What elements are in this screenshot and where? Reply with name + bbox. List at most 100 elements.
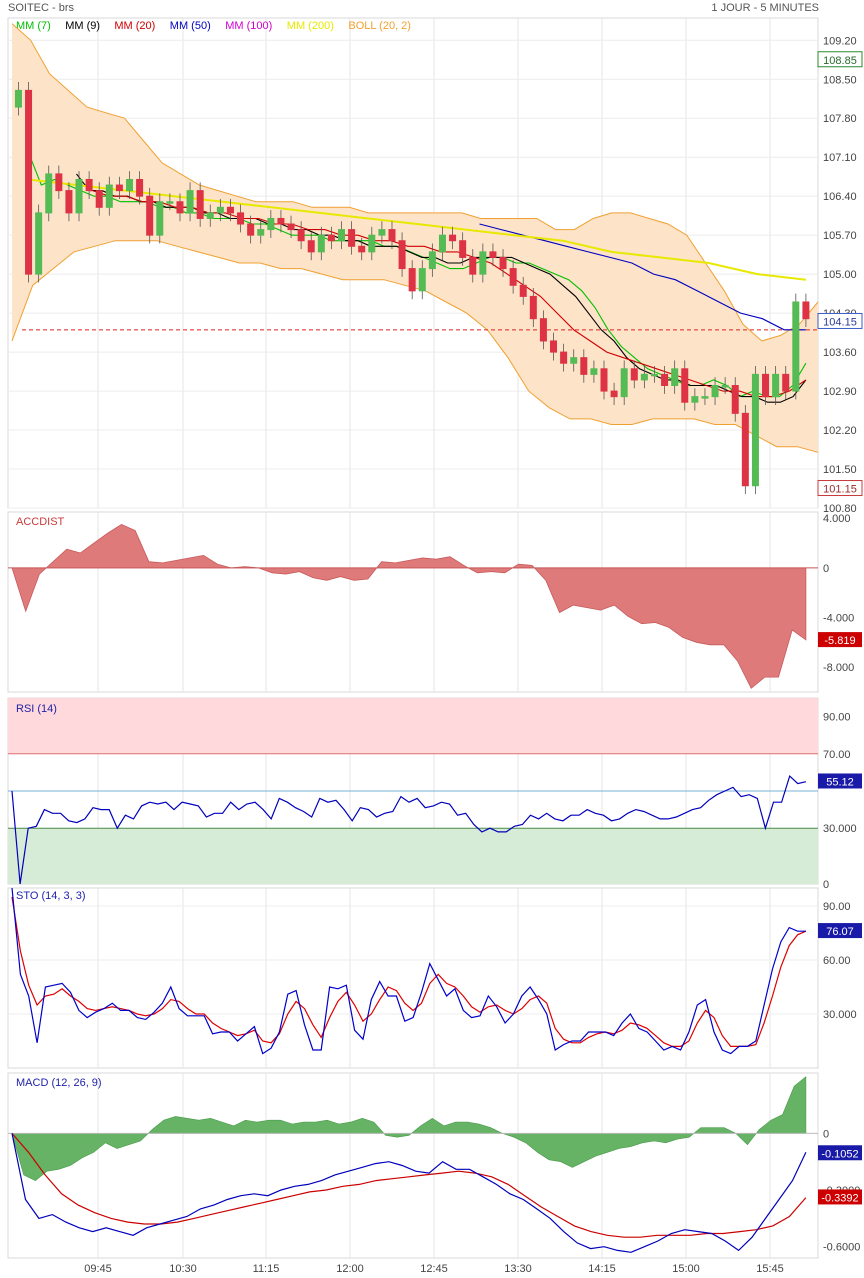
candle-body (287, 223, 295, 231)
candle-body (55, 173, 63, 192)
time-label: 11:15 (253, 1263, 280, 1275)
rsi-tick-label: 30.000 (823, 823, 857, 835)
rsi-oversold-zone (8, 828, 818, 884)
price-tick-label: 106.40 (823, 191, 857, 203)
accdist-tick-label: 0 (823, 563, 829, 575)
candle-body (95, 190, 103, 208)
candle-body (327, 234, 335, 242)
candle-body (166, 201, 174, 204)
stoch-last-value: 76.07 (826, 926, 854, 938)
legend-entry: MM (7) (16, 20, 51, 32)
macd-tick-label: -0.6000 (823, 1242, 860, 1254)
candle-body (570, 357, 578, 364)
candle-body (691, 396, 699, 403)
candle-body (307, 240, 315, 253)
candle-body (408, 268, 416, 292)
candle-body (509, 268, 517, 286)
price-tick-label: 107.10 (823, 152, 857, 164)
rsi-overbought-zone (8, 698, 818, 754)
candle-body (600, 368, 608, 392)
rsi-title: RSI (14) (16, 703, 57, 715)
candle-body (640, 373, 648, 381)
accdist-last-value: -5.819 (824, 635, 855, 647)
price-tick-label: 109.20 (823, 35, 857, 47)
candle-body (368, 234, 376, 253)
stoch-tick-label: 90.00 (823, 901, 851, 913)
candle-body (186, 190, 194, 214)
candle-body (711, 385, 719, 398)
candle-body (489, 251, 497, 258)
candle-body (792, 301, 800, 392)
candle-body (681, 368, 689, 403)
candle-body (105, 184, 113, 208)
candle-body (701, 396, 709, 399)
candle-body (590, 368, 598, 375)
chart-canvas: 09:45 10:30 11:15 12:00 12:45 13:30 14:15 15:00… (7, 17, 863, 1275)
macd-signal-last-value: -0.3392 (821, 1192, 858, 1204)
accdist-tick-label: -4.000 (823, 613, 854, 625)
stoch-title: STO (14, 3, 3) (16, 890, 86, 902)
candle-body (136, 178, 144, 197)
stoch-tick-label: 60.00 (823, 955, 851, 967)
candle-body (741, 412, 749, 487)
candle-body (560, 351, 568, 364)
instrument-title: SOITEC - brs (8, 2, 75, 14)
candle-body (620, 368, 628, 398)
rsi-tick-label: 90.00 (823, 712, 851, 724)
macd-signal-line (11, 1133, 807, 1238)
time-label: 15:45 (756, 1263, 784, 1275)
candle-body (126, 178, 134, 192)
last-price-tag: 108.85 (823, 55, 857, 67)
candle-body (459, 240, 467, 258)
candle-body (529, 295, 537, 320)
accdist-title: ACCDIST (16, 516, 65, 528)
price-tick-label: 105.00 (823, 269, 857, 281)
candle-body (45, 173, 53, 214)
price-tick-label: 101.50 (823, 464, 857, 476)
candle-body (85, 178, 93, 192)
candle-body (156, 201, 164, 236)
candle-body (580, 357, 588, 375)
candle-body (469, 256, 477, 275)
candle-body (731, 385, 739, 414)
price-tick-label: 102.90 (823, 386, 857, 398)
macd-last-value: -0.1052 (821, 1148, 858, 1160)
candle-body (428, 251, 436, 270)
candle-body (418, 268, 426, 292)
accdist-area (11, 523, 807, 689)
candle-body (650, 373, 658, 377)
macd-tick-label: 0 (823, 1128, 829, 1140)
candle-body (247, 223, 255, 236)
macd-histogram-area (11, 1076, 807, 1181)
legend-entry: MM (100) (225, 20, 272, 32)
candle-body (338, 229, 346, 242)
candle-body (35, 212, 43, 275)
candle-body (398, 240, 406, 270)
candle-body (115, 184, 123, 192)
rsi-tick-label: 70.00 (823, 749, 851, 761)
candle-body (206, 212, 214, 219)
candle-body (762, 373, 770, 398)
candle-body (550, 340, 558, 353)
stoch-k-line (11, 887, 806, 1055)
price-tick-label: 108.50 (823, 74, 857, 86)
bollinger-band-fill (12, 23, 818, 453)
rsi-tick-label: 0 (823, 879, 829, 891)
candle-body (176, 201, 184, 214)
legend-entry: MM (9) (65, 20, 100, 32)
timeframe-label: 1 JOUR - 5 MINUTES (711, 2, 819, 14)
candle-body (499, 256, 507, 270)
accdist-tick-label: -8.000 (823, 662, 854, 674)
candle-body (257, 229, 265, 236)
candle-body (75, 178, 83, 214)
time-label: 13:30 (504, 1263, 532, 1275)
time-label: 12:00 (336, 1263, 364, 1275)
price-tick-label: 107.80 (823, 113, 857, 125)
candle-body (661, 373, 669, 387)
candle-body (449, 234, 457, 242)
price-tick-label: 103.60 (823, 347, 857, 359)
price-tick-label: 102.20 (823, 425, 857, 437)
panel-frame-macd (7, 1072, 819, 1259)
candle-body (267, 217, 275, 231)
candle-body (277, 217, 285, 225)
